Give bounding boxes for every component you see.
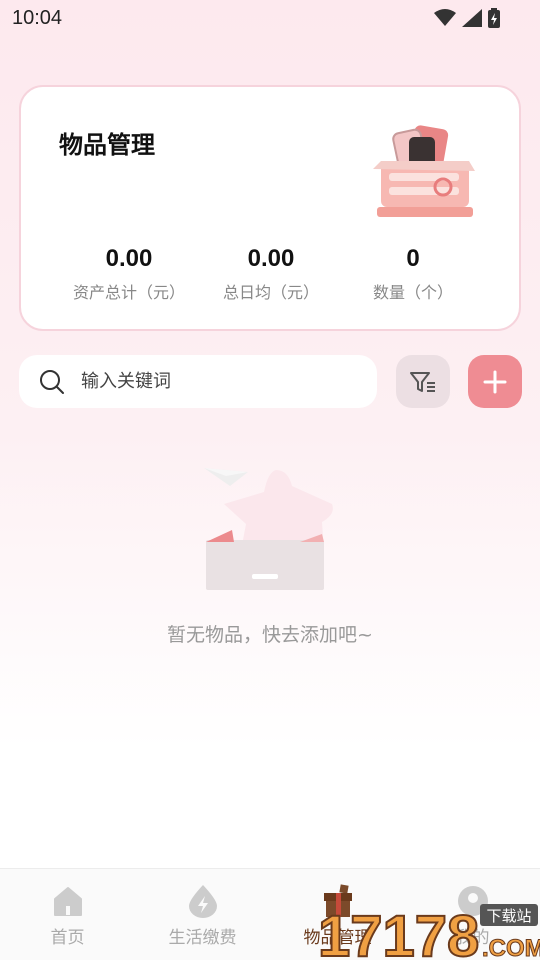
tab-label: 首页 [50, 928, 85, 948]
stat-value: 0 [406, 245, 420, 272]
stat-total-assets: 0.00 资产总计（元） [49, 245, 209, 303]
empty-box-icon [204, 468, 333, 590]
filter-button[interactable] [396, 355, 450, 408]
search-box[interactable] [19, 355, 377, 408]
search-icon [40, 369, 64, 394]
svg-text:下载站: 下载站 [486, 907, 531, 925]
plus-icon [483, 370, 507, 393]
tab-utilities[interactable]: 生活缴费 [135, 883, 270, 948]
search-input[interactable] [81, 371, 341, 392]
card-title: 物品管理 [59, 131, 155, 159]
stat-label: 资产总计（元） [72, 283, 185, 302]
signal-icon [462, 9, 482, 27]
storage-box-icon [373, 125, 475, 217]
stat-label: 总日均（元） [222, 283, 319, 302]
stat-value: 0.00 [247, 245, 295, 272]
battery-icon [488, 8, 500, 28]
tab-home[interactable]: 首页 [0, 883, 135, 948]
tab-label: 生活缴费 [168, 928, 237, 948]
watermark-logo: 下载站 17178 .COM [318, 903, 540, 960]
svg-text:.COM: .COM [482, 935, 540, 960]
stat-quantity: 0 数量（个） [333, 245, 493, 303]
add-button[interactable] [468, 355, 522, 408]
filter-icon [410, 371, 435, 392]
lightning-drop-icon [188, 885, 217, 918]
home-icon [53, 887, 82, 916]
stat-label: 数量（个） [372, 283, 453, 302]
empty-state-message: 暂无物品，快去添加吧~ [167, 624, 373, 646]
stat-daily-average: 0.00 总日均（元） [191, 245, 351, 303]
status-bar: 10:04 [0, 0, 540, 36]
wifi-icon [434, 9, 456, 26]
stat-value: 0.00 [105, 245, 153, 272]
status-icons [434, 8, 500, 28]
svg-text:17178: 17178 [318, 904, 479, 960]
summary-card: 物品管理 0.00 资产总计（元） 0.00 总日均（元） 0 数量（个） [19, 85, 521, 331]
status-time: 10:04 [12, 7, 63, 29]
